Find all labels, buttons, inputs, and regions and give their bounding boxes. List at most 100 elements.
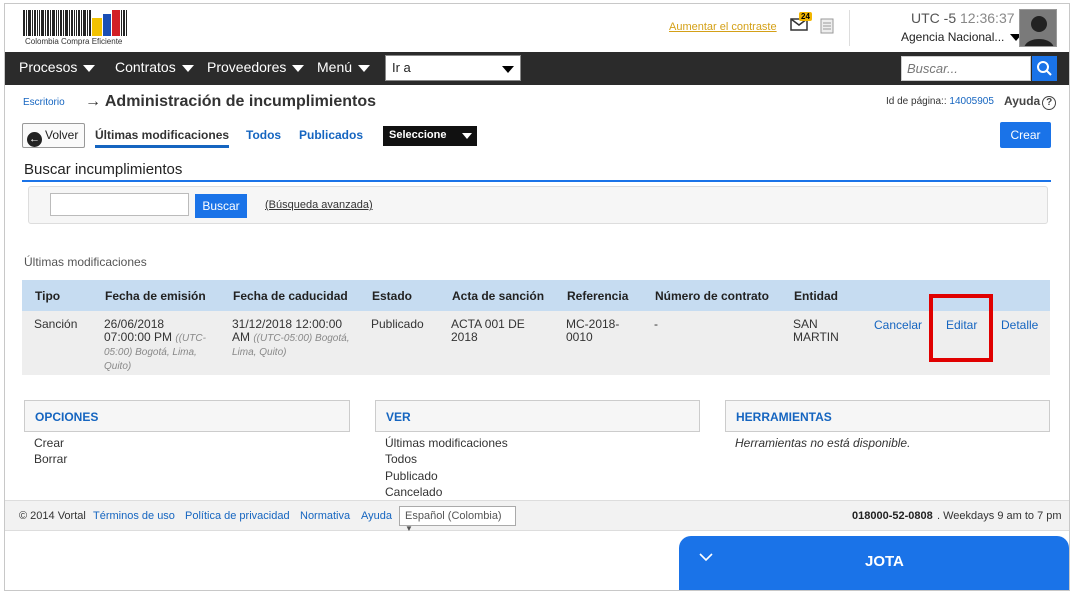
- caret-down-icon: [502, 66, 514, 73]
- app-frame: Colombia Compra Eficiente Aumentar el co…: [4, 3, 1070, 591]
- column-header[interactable]: Fecha de caducidad: [233, 289, 348, 303]
- header-divider: [849, 10, 850, 46]
- chevron-down-icon[interactable]: [699, 550, 713, 564]
- global-search-input[interactable]: Buscar...: [901, 56, 1031, 81]
- tab-todos[interactable]: Todos: [246, 128, 281, 142]
- chat-widget[interactable]: JOTA: [679, 536, 1069, 590]
- language-select[interactable]: Español (Colombia) ▼: [399, 506, 516, 533]
- goto-select[interactable]: Ir a: [385, 55, 521, 81]
- table-header: Tipo Fecha de emisión Fecha de caducidad…: [22, 280, 1050, 311]
- tools-unavailable-note: Herramientas no está disponible.: [735, 436, 911, 450]
- chat-title: JOTA: [865, 553, 904, 570]
- user-silhouette-icon: [1020, 10, 1056, 46]
- support-hours: . Weekdays 9 am to 7 pm: [937, 510, 1062, 522]
- goto-value: Ir a: [392, 60, 411, 75]
- support-phone: 018000-52-0808: [852, 510, 933, 522]
- help-icon: ?: [1042, 96, 1057, 110]
- cell-tipo: Sanción: [34, 317, 78, 331]
- table-row: Sanción 26/06/2018 07:00:00 PM ((UTC-05:…: [22, 311, 1050, 375]
- nav-proveedores[interactable]: Proveedores: [207, 59, 305, 75]
- document-icon[interactable]: [820, 18, 834, 34]
- agency-label: Agencia Nacional...: [901, 30, 1005, 44]
- search-input[interactable]: [50, 193, 189, 216]
- search-section-title: Buscar incumplimientos: [24, 161, 183, 178]
- utc-time: 12:36:37: [960, 10, 1015, 26]
- action-select[interactable]: Seleccione: [383, 126, 477, 146]
- cell-acta: ACTA 001 DE 2018: [451, 317, 525, 344]
- back-button[interactable]: ← Volver: [22, 123, 85, 148]
- footer-link-terminos[interactable]: Términos de uso: [93, 510, 175, 522]
- page-id-value[interactable]: 14005905: [949, 96, 994, 107]
- view-cancelado[interactable]: Cancelado: [385, 485, 442, 499]
- breadcrumb[interactable]: Escritorio: [23, 97, 65, 108]
- cell-numero-contrato: -: [654, 317, 658, 331]
- help-label: Ayuda: [1004, 94, 1041, 108]
- nav-procesos[interactable]: Procesos: [19, 59, 96, 75]
- column-header[interactable]: Tipo: [35, 289, 60, 303]
- column-header[interactable]: Número de contrato: [655, 289, 769, 303]
- search-icon: [1037, 61, 1052, 76]
- contrast-link[interactable]: Aumentar el contraste: [669, 21, 777, 33]
- detail-link[interactable]: Detalle: [1001, 318, 1038, 332]
- cell-entidad: SAN MARTIN: [793, 317, 839, 344]
- logo[interactable]: Colombia Compra Eficiente: [23, 8, 135, 48]
- utc-clock: UTC -5 12:36:37: [911, 10, 1015, 26]
- column-header[interactable]: Acta de sanción: [452, 289, 544, 303]
- column-header[interactable]: Fecha de emisión: [105, 289, 206, 303]
- cell-referencia: MC-2018- 0010: [566, 317, 620, 344]
- page-title: → Administración de incumplimientos: [85, 93, 376, 111]
- tab-ultimas-modificaciones[interactable]: Últimas modificaciones: [95, 128, 230, 148]
- cancel-link[interactable]: Cancelar: [874, 318, 922, 332]
- advanced-search-link[interactable]: (Búsqueda avanzada): [265, 199, 373, 211]
- cell-fecha-caducidad: 31/12/2018 12:00:00 AM ((UTC-05:00) Bogo…: [232, 317, 350, 359]
- search-panel: Buscar (Búsqueda avanzada): [28, 186, 1048, 224]
- tools-panel-header: HERRAMIENTAS: [725, 400, 1050, 432]
- breadcrumb-arrow: →: [85, 93, 101, 110]
- column-header[interactable]: Entidad: [794, 289, 838, 303]
- column-header[interactable]: Referencia: [567, 289, 628, 303]
- option-crear[interactable]: Crear: [34, 436, 64, 450]
- tab-publicados[interactable]: Publicados: [299, 128, 363, 142]
- view-publicado[interactable]: Publicado: [385, 469, 438, 483]
- create-button[interactable]: Crear: [1000, 122, 1051, 148]
- arrow-left-icon: ←: [27, 132, 42, 147]
- copyright: © 2014 Vortal: [19, 510, 86, 522]
- language-value: Español (Colombia): [405, 510, 502, 522]
- caret-down-icon: [181, 64, 194, 72]
- view-ultimas[interactable]: Últimas modificaciones: [385, 436, 508, 450]
- edit-link[interactable]: Editar: [946, 318, 977, 332]
- logo-text: Colombia Compra Eficiente: [25, 37, 123, 46]
- search-button[interactable]: [1032, 56, 1057, 81]
- cell-estado: Publicado: [371, 317, 424, 331]
- view-panel-header: VER: [375, 400, 700, 432]
- mail-count-badge: 24: [799, 12, 812, 21]
- nav-menu[interactable]: Menú: [317, 59, 371, 75]
- caret-down-icon: [462, 133, 472, 139]
- page-id-label: Id de página::: [886, 96, 947, 107]
- search-submit-button[interactable]: Buscar: [195, 194, 247, 218]
- footer-link-normativa[interactable]: Normativa: [300, 510, 350, 522]
- caret-down-icon: [358, 64, 371, 72]
- page-title-text: Administración de incumplimientos: [104, 93, 377, 110]
- back-label: Volver: [45, 128, 79, 142]
- main-nav: Procesos Contratos Proveedores Menú Ir a…: [5, 52, 1069, 85]
- footer-link-ayuda[interactable]: Ayuda: [361, 510, 392, 522]
- nav-contratos[interactable]: Contratos: [115, 59, 194, 75]
- option-borrar[interactable]: Borrar: [34, 452, 67, 466]
- view-todos[interactable]: Todos: [385, 452, 417, 466]
- footer-link-privacidad[interactable]: Política de privacidad: [185, 510, 290, 522]
- column-header[interactable]: Estado: [372, 289, 412, 303]
- action-select-value: Seleccione: [389, 129, 447, 141]
- help-link[interactable]: Ayuda?: [1004, 94, 1057, 110]
- barcode-logo-icon: [23, 8, 135, 36]
- avatar[interactable]: [1019, 9, 1057, 47]
- page-id: Id de página:: 14005905: [886, 96, 994, 107]
- top-header: Colombia Compra Eficiente Aumentar el co…: [5, 4, 1069, 52]
- utc-label: UTC -5: [911, 10, 957, 26]
- section-divider: [22, 180, 1051, 182]
- cell-fecha-emision: 26/06/2018 07:00:00 PM ((UTC-05:00) Bogo…: [104, 317, 206, 373]
- agency-selector[interactable]: Agencia Nacional...: [901, 30, 1023, 44]
- caret-down-icon: ▼: [405, 524, 413, 533]
- options-panel-header: OPCIONES: [24, 400, 350, 432]
- results-label: Últimas modificaciones: [24, 255, 147, 269]
